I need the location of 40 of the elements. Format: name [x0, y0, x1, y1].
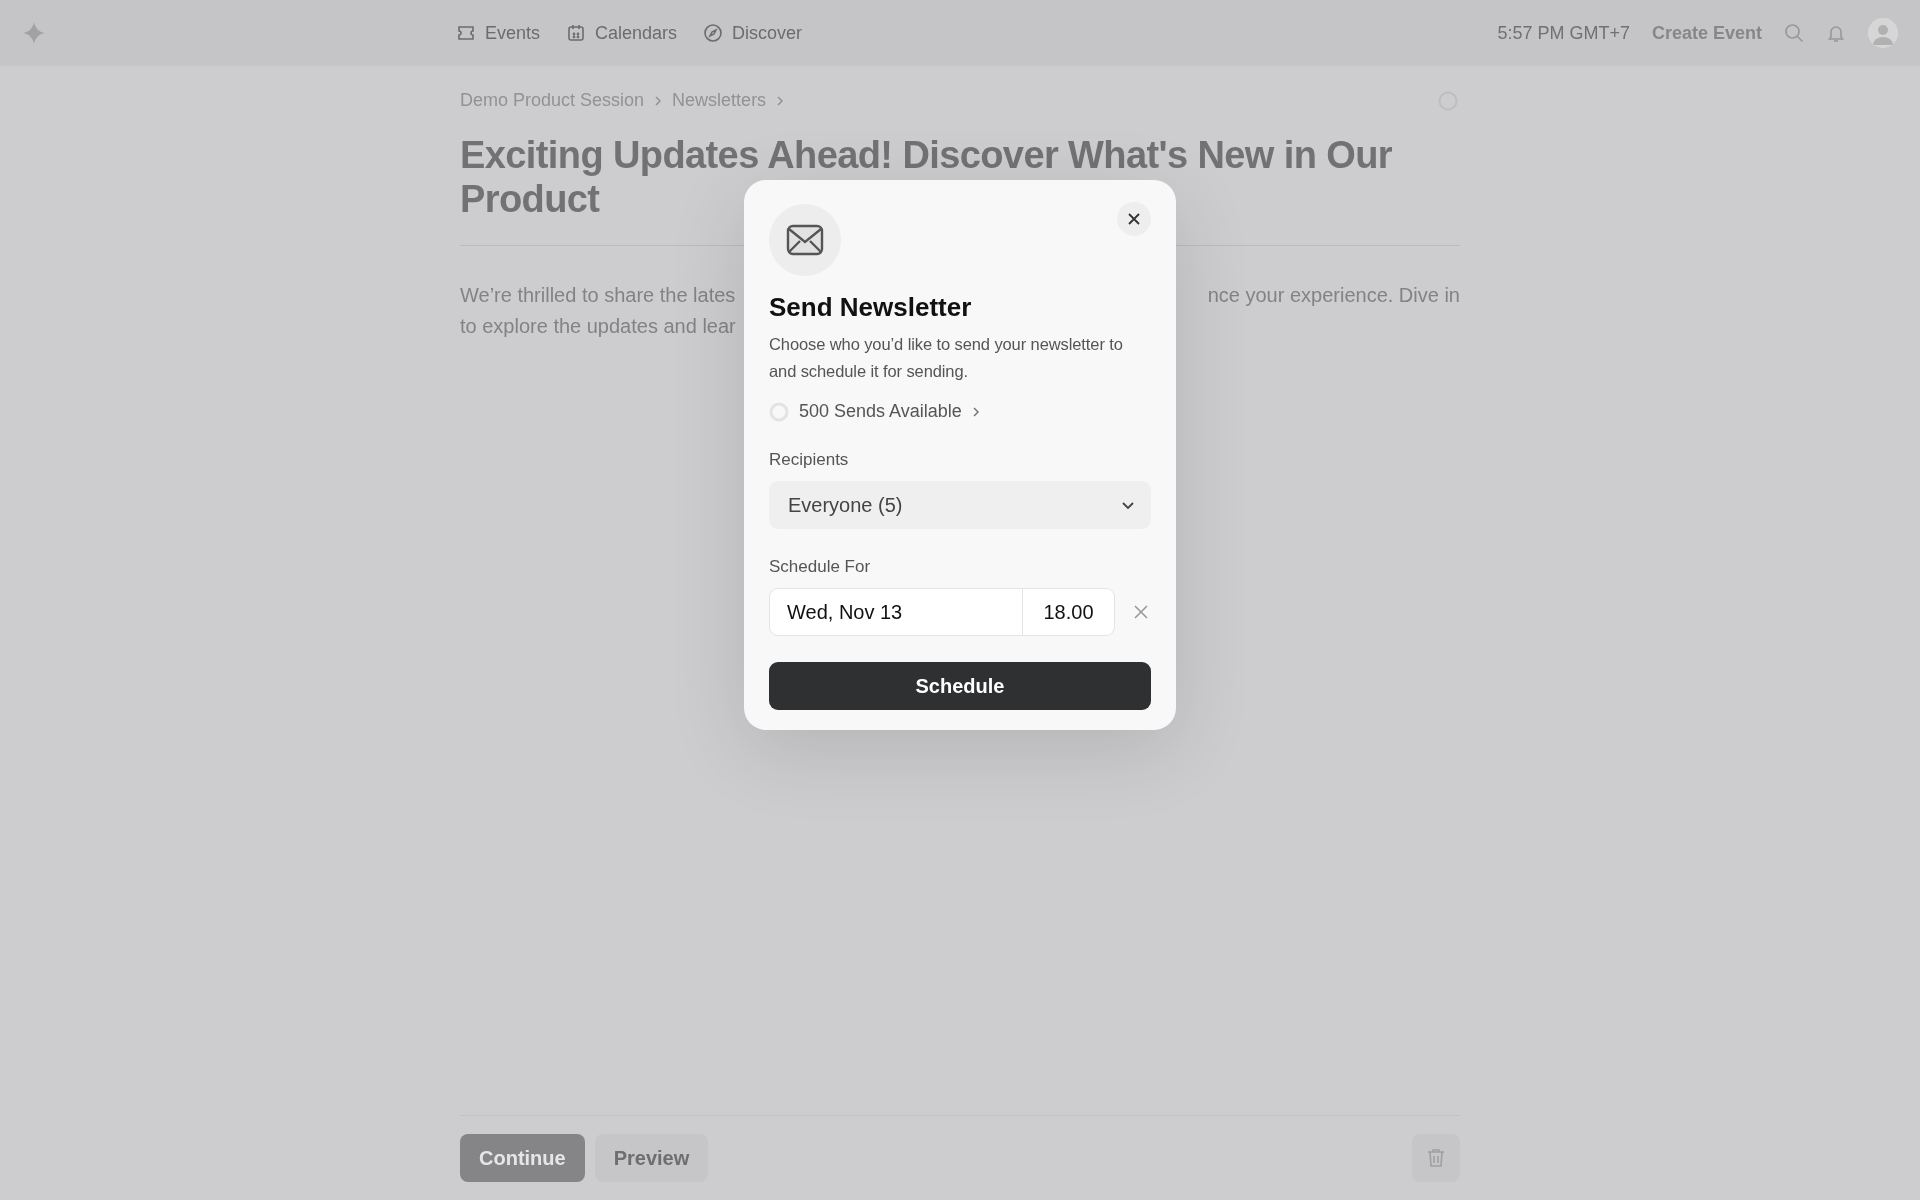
chevron-icon — [654, 94, 663, 107]
close-icon — [1127, 212, 1141, 226]
dialog-title: Send Newsletter — [769, 292, 973, 323]
body-text: to explore the updates and lear — [460, 314, 736, 339]
continue-button[interactable]: Continue — [460, 1134, 585, 1182]
body-text: nce your experience. Dive in — [1207, 283, 1460, 308]
chevron-icon — [971, 405, 980, 418]
dialog-description: Choose who you’d like to send your newsletter to and schedule it for sending. — [769, 334, 1124, 382]
compass-icon — [703, 23, 724, 43]
create-event-link[interactable]: Create Event — [1651, 22, 1762, 44]
ticket-icon — [456, 23, 476, 43]
page-title: Exciting Updates Ahead! Discover What's New in Our — [460, 133, 1393, 177]
field-label: Recipients — [769, 450, 850, 470]
search-icon[interactable] — [1784, 23, 1804, 43]
close-button[interactable] — [1117, 202, 1151, 236]
page-title: Product — [460, 177, 600, 221]
sends-link[interactable]: 500 Sends Available — [769, 401, 980, 422]
body-text: We’re thrilled to share the lates — [460, 283, 736, 308]
close-icon — [1133, 604, 1149, 620]
field-label: Schedule For — [769, 557, 872, 577]
envelope-icon — [786, 224, 824, 256]
delete-button[interactable] — [1412, 1134, 1460, 1182]
time-field[interactable]: 18.00 — [1023, 588, 1115, 636]
trash-icon — [1427, 1148, 1445, 1168]
time-label: 5:57 PM GMT+7 — [1497, 22, 1630, 44]
nav-link[interactable]: Events — [456, 22, 541, 44]
sparkle-icon[interactable] — [22, 21, 46, 45]
clear-button[interactable] — [1133, 604, 1149, 620]
calendar-icon — [566, 23, 587, 43]
nav-link[interactable]: Discover — [703, 22, 803, 44]
chevron-icon — [776, 94, 785, 107]
chevron-down-icon — [1121, 500, 1135, 510]
recipients-dropdown[interactable]: Everyone (5) — [769, 481, 1151, 529]
nav-link[interactable]: Calendars — [566, 22, 678, 44]
breadcrumb-link[interactable]: Newsletters — [672, 90, 767, 111]
schedule-button[interactable]: Schedule — [769, 662, 1151, 710]
preview-button[interactable]: Preview — [594, 1134, 709, 1182]
bell-icon[interactable] — [1826, 23, 1846, 43]
date-field[interactable]: Wed, Nov 13 — [769, 588, 1023, 636]
breadcrumb-link[interactable]: Demo Product Session — [460, 90, 645, 111]
